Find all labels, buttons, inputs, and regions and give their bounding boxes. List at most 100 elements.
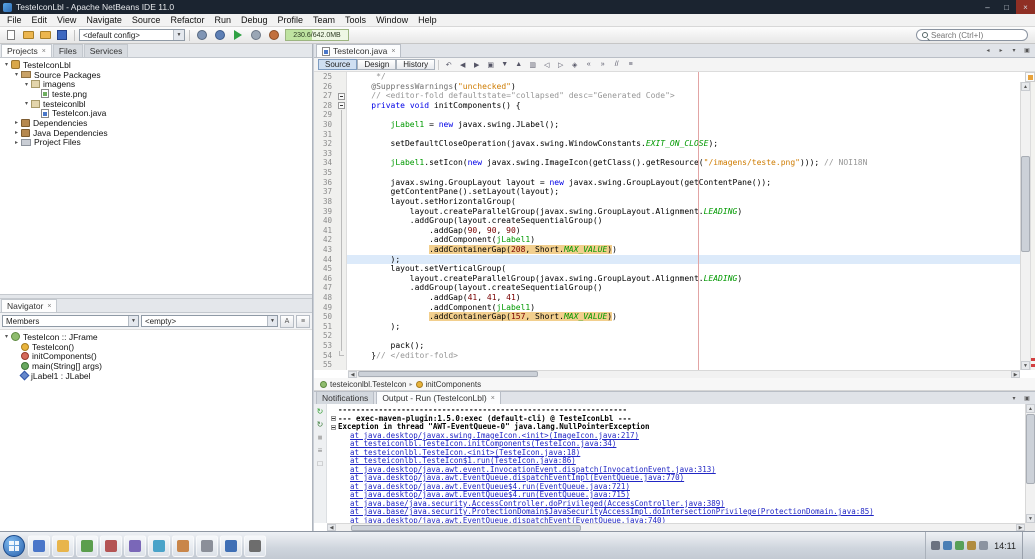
projects-tree-item[interactable]: ▸Java Dependencies: [0, 128, 312, 138]
expander-icon[interactable]: ▾: [12, 71, 21, 78]
menu-file[interactable]: File: [2, 14, 27, 26]
code-line[interactable]: 43 .addContainerGap(208, Short.MAX_VALUE…: [314, 245, 1020, 255]
last-edit-icon[interactable]: ↶: [442, 59, 455, 71]
menu-navigate[interactable]: Navigate: [81, 14, 127, 26]
settings-button[interactable]: ≡: [315, 445, 326, 456]
expander-icon[interactable]: ▾: [2, 61, 11, 68]
tray-icon[interactable]: [943, 541, 952, 550]
projects-tree-item[interactable]: ▾testeiconlbl: [0, 99, 312, 109]
expander-icon[interactable]: ▾: [2, 333, 11, 340]
menu-profile[interactable]: Profile: [273, 14, 309, 26]
breadcrumb-item[interactable]: initComponents: [426, 380, 482, 389]
code-line[interactable]: 45 layout.setVerticalGroup(: [314, 264, 1020, 274]
maximize-output-button[interactable]: ▣: [1021, 393, 1033, 404]
code-line[interactable]: 34 jLabel1.setIcon(new javax.swing.Image…: [314, 158, 1020, 168]
fold-margin[interactable]: [336, 101, 347, 111]
shift-left-icon[interactable]: «: [582, 59, 595, 71]
taskbar-app-icon[interactable]: [244, 535, 266, 557]
find-selection-icon[interactable]: ▣: [484, 59, 497, 71]
editor-vertical-scrollbar[interactable]: ▲ ▼: [1020, 82, 1030, 370]
code-line[interactable]: 46 layout.createParallelGroup(javax.swin…: [314, 274, 1020, 284]
code-line[interactable]: 26 @SuppressWarnings("unchecked"): [314, 82, 1020, 92]
menu-source[interactable]: Source: [127, 14, 166, 26]
error-mark[interactable]: [1031, 358, 1035, 361]
tray-icon[interactable]: [979, 541, 988, 550]
minimize-button[interactable]: –: [978, 0, 997, 14]
menu-tools[interactable]: Tools: [340, 14, 371, 26]
error-stripe[interactable]: [1030, 72, 1035, 370]
taskbar-app-icon[interactable]: [124, 535, 146, 557]
code-line[interactable]: 53 pack();: [314, 341, 1020, 351]
code-line[interactable]: 44 );: [314, 255, 1020, 265]
code-line[interactable]: 41 .addGap(90, 90, 90): [314, 226, 1020, 236]
code-line[interactable]: 51 );: [314, 322, 1020, 332]
sort-alpha-button[interactable]: A: [280, 315, 294, 328]
scroll-up-icon[interactable]: ▲: [1026, 404, 1035, 413]
code-line[interactable]: 49 .addComponent(jLabel1): [314, 303, 1020, 313]
projects-tree-item[interactable]: ▾imagens: [0, 79, 312, 89]
expander-icon[interactable]: ▾: [22, 81, 31, 88]
menu-window[interactable]: Window: [371, 14, 413, 26]
fold-margin[interactable]: [336, 91, 347, 101]
expander-icon[interactable]: ▸: [12, 139, 21, 146]
memory-indicator[interactable]: 230.6/642.0MB: [285, 29, 349, 41]
taskbar-app-icon[interactable]: [76, 535, 98, 557]
stop-button[interactable]: ■: [315, 432, 326, 443]
maximize-button[interactable]: □: [997, 0, 1016, 14]
code-line[interactable]: 36 javax.swing.GroupLayout layout = new …: [314, 178, 1020, 188]
error-summary-indicator[interactable]: [1025, 72, 1035, 82]
code-line[interactable]: 47 .addGroup(layout.createSequentialGrou…: [314, 283, 1020, 293]
code-line[interactable]: 29: [314, 110, 1020, 120]
output-tab-notifications[interactable]: Notifications: [316, 391, 374, 404]
projects-tree-item[interactable]: teste.png: [0, 89, 312, 99]
start-button[interactable]: [3, 535, 25, 557]
navigator-filter-select[interactable]: <empty> ▼: [141, 315, 278, 327]
find-previous-icon[interactable]: ▲: [512, 59, 525, 71]
scroll-right-icon[interactable]: ▶: [1016, 524, 1025, 531]
find-next-icon[interactable]: ▼: [498, 59, 511, 71]
breadcrumb-item[interactable]: testeiconlbl.TesteIcon: [330, 380, 407, 389]
navigator-view-select[interactable]: Members ▼: [2, 315, 139, 327]
navigator-tree-item[interactable]: main(String[] args): [0, 361, 312, 371]
projects-tree-item[interactable]: ▾TesteIconLbl: [0, 60, 312, 70]
shift-right-icon[interactable]: »: [596, 59, 609, 71]
navigator-tree-item[interactable]: ▾TesteIcon :: JFrame: [0, 332, 312, 342]
code-line[interactable]: 33: [314, 149, 1020, 159]
previous-bookmark-icon[interactable]: ◁: [540, 59, 553, 71]
projects-tree-item[interactable]: TesteIcon.java: [0, 108, 312, 118]
profile-project-button[interactable]: [266, 28, 282, 43]
navigator-tree-item[interactable]: initComponents(): [0, 351, 312, 361]
taskbar-app-icon[interactable]: [100, 535, 122, 557]
sort-source-button[interactable]: ≡: [296, 315, 310, 328]
code-line[interactable]: 55: [314, 360, 1020, 370]
panel-tab-services[interactable]: Services: [84, 44, 129, 57]
code-line[interactable]: 30 jLabel1 = new javax.swing.JLabel();: [314, 120, 1020, 130]
code-line[interactable]: 25 */: [314, 72, 1020, 82]
close-button[interactable]: ×: [1016, 0, 1035, 14]
taskbar-app-icon[interactable]: [196, 535, 218, 557]
navigator-tree-item[interactable]: jLabel1 : JLabel: [0, 371, 312, 381]
scrollbar-thumb[interactable]: [358, 371, 538, 377]
tray-icon[interactable]: [967, 541, 976, 550]
save-all-button[interactable]: [54, 28, 70, 43]
code-line[interactable]: 35: [314, 168, 1020, 178]
open-project-button[interactable]: [37, 28, 53, 43]
projects-tree-item[interactable]: ▸Dependencies: [0, 118, 312, 128]
tray-icon[interactable]: [955, 541, 964, 550]
menu-debug[interactable]: Debug: [236, 14, 273, 26]
code-line[interactable]: 50 .addContainerGap(157, Short.MAX_VALUE…: [314, 312, 1020, 322]
new-project-button[interactable]: [20, 28, 36, 43]
clean-and-build-project-button[interactable]: [212, 28, 228, 43]
taskbar-app-icon[interactable]: [148, 535, 170, 557]
search-input[interactable]: [931, 31, 1022, 40]
maximize-editor-button[interactable]: ▣: [1021, 45, 1033, 56]
rerun-button[interactable]: ↻: [315, 406, 326, 417]
taskbar-app-icon[interactable]: [172, 535, 194, 557]
forward-icon[interactable]: ▶: [470, 59, 483, 71]
toggle-bookmark-icon[interactable]: ◈: [568, 59, 581, 71]
debug-project-button[interactable]: [248, 28, 264, 43]
menu-view[interactable]: View: [52, 14, 81, 26]
build-project-button[interactable]: [194, 28, 210, 43]
comment-icon[interactable]: //: [610, 59, 623, 71]
navigator-tree-item[interactable]: TesteIcon(): [0, 342, 312, 352]
